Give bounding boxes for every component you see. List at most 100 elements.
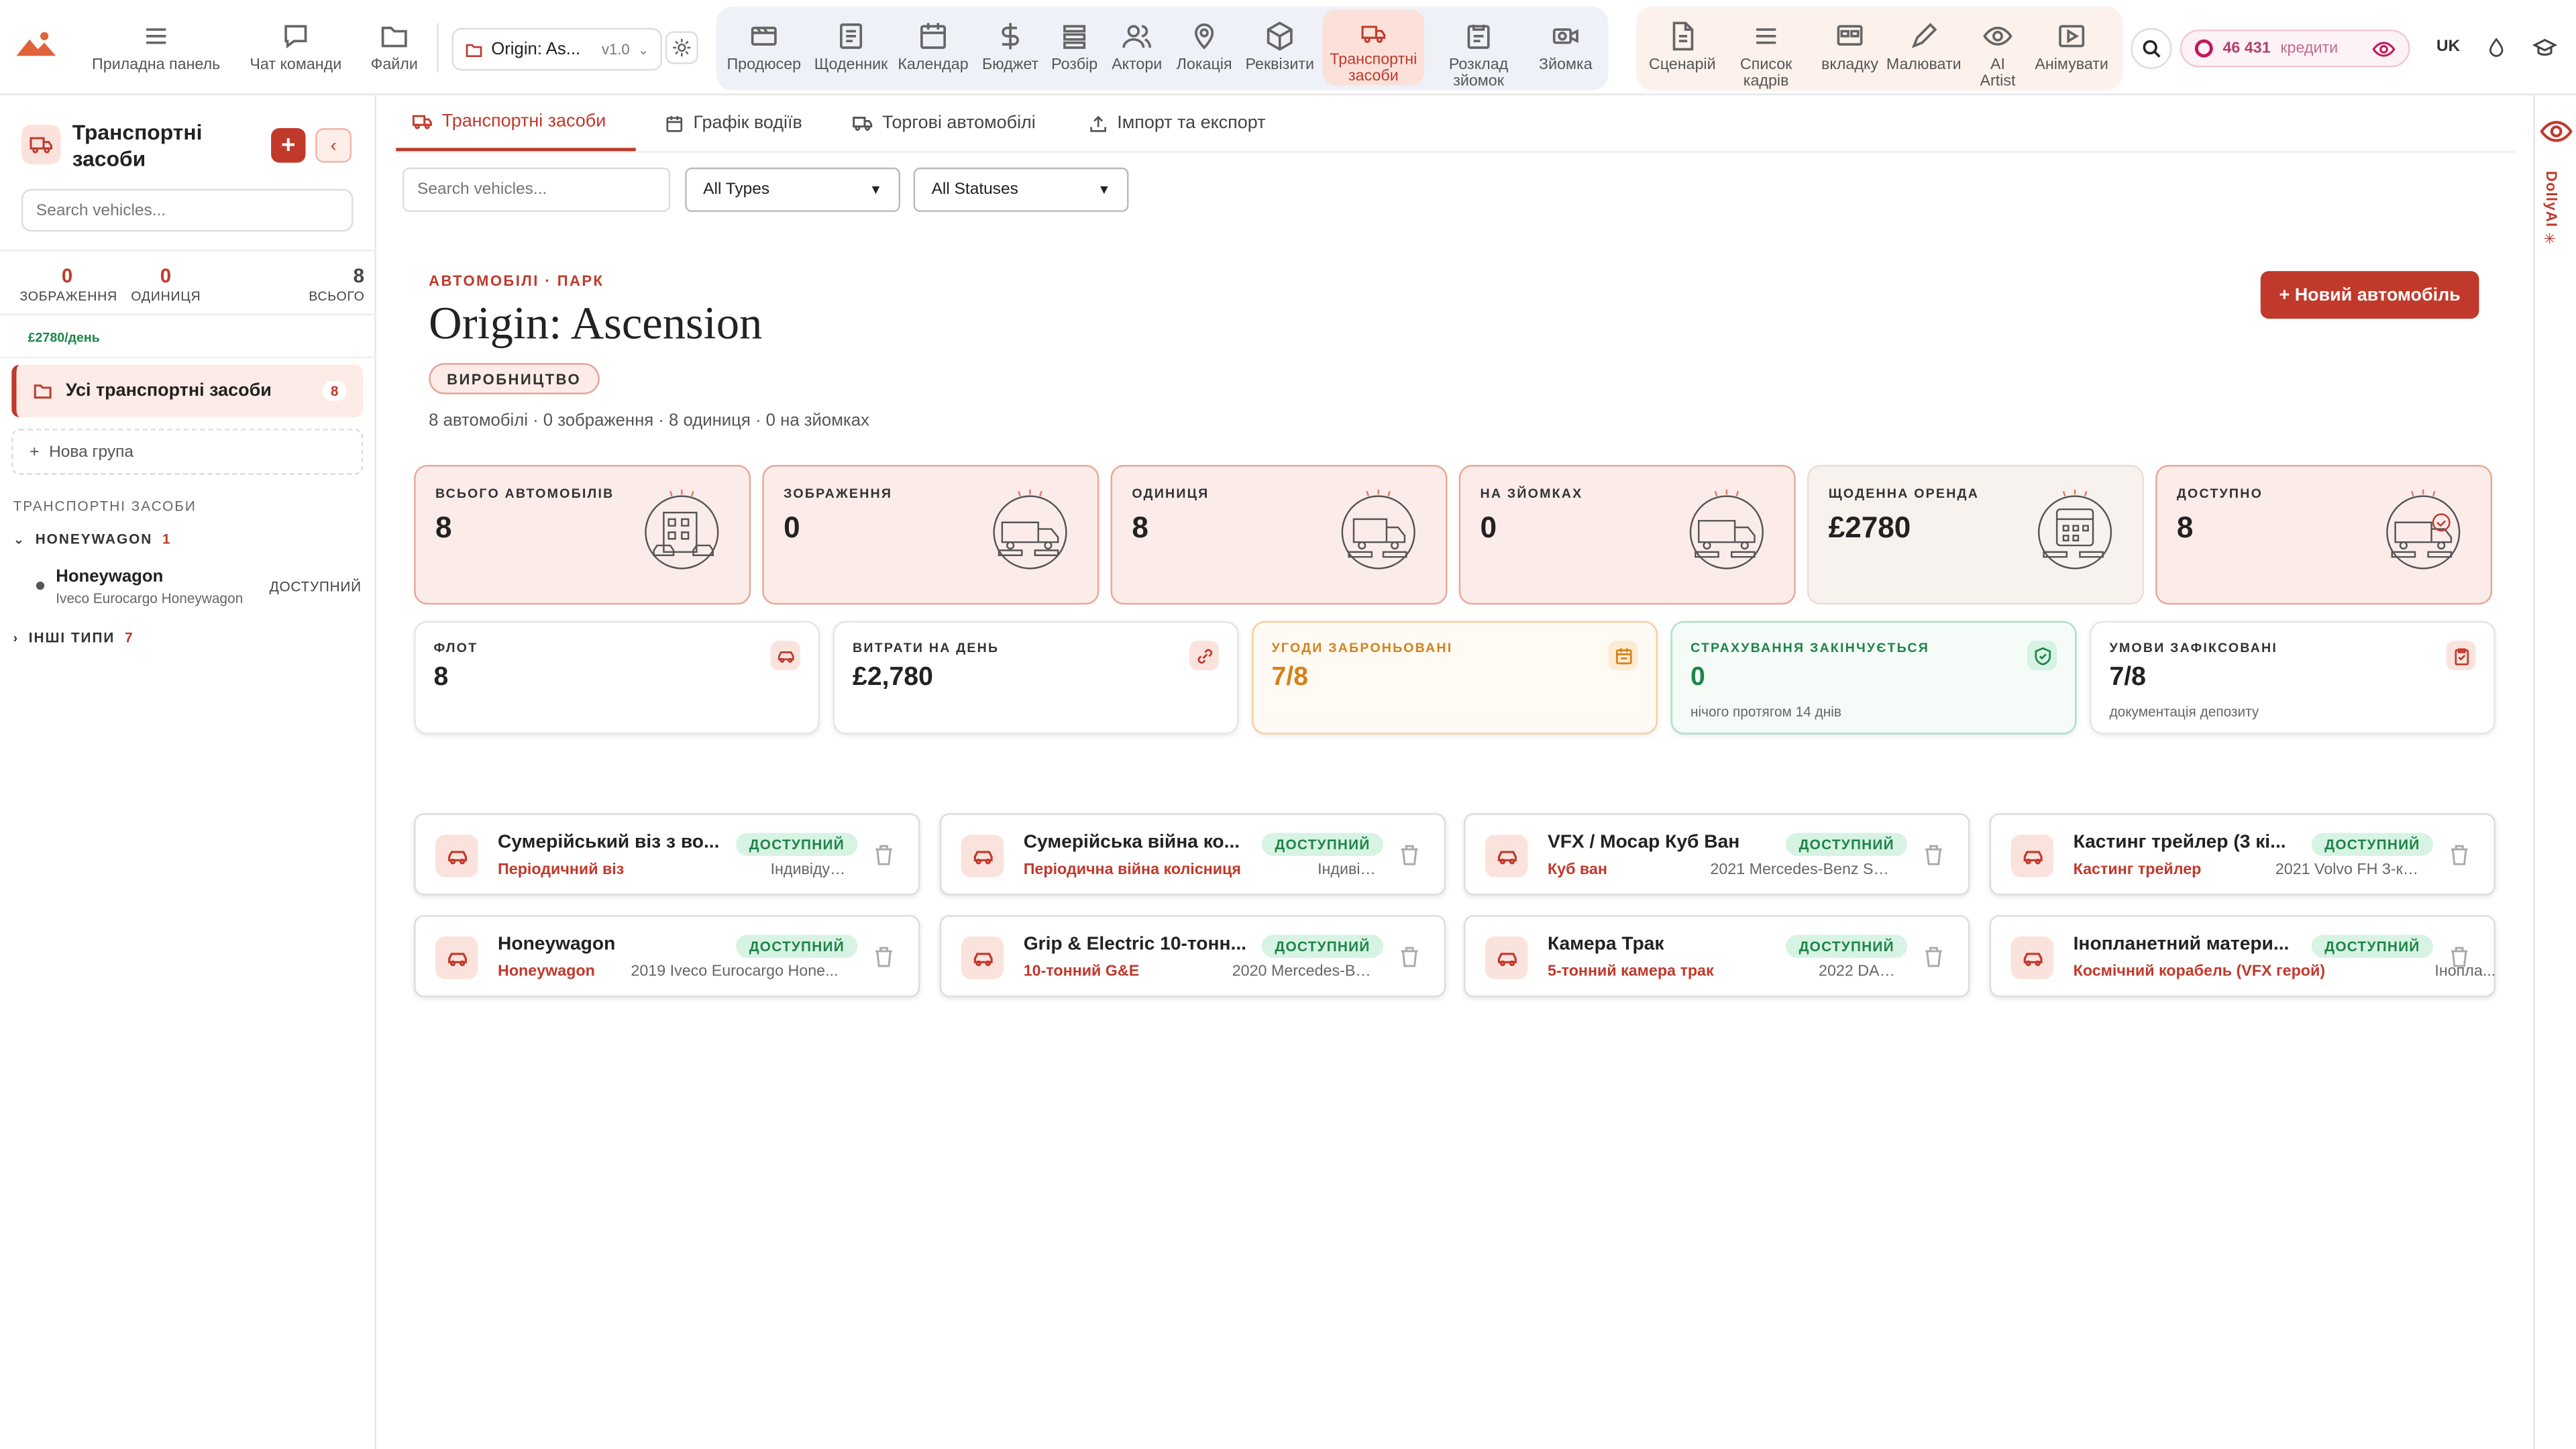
script-icon [1672,21,1694,51]
tab-vehicles[interactable]: Транспортні засоби [396,95,636,152]
nav-draw-label: Малювати [1886,56,1962,74]
vehicle-subtitle: Iveco Eurocargo Honeywagon [56,590,244,606]
vehicle-card[interactable]: VFX / Мосар Куб Ван ДОСТУПНИЙ Куб ван 2021 … [1464,813,1970,896]
kpi-insurance-expiring: СТРАХУВАННЯ ЗАКІНЧУЄТЬСЯ 0 нічого протяг… [1670,621,2077,735]
stat-units-label: ОДИНИЦЯ [131,289,201,305]
vehicle-card[interactable]: Honeywagon ДОСТУПНИЙ Honeywagon 2019 Iveco … [414,915,920,998]
nav-vehicles[interactable]: Транспортні засоби [1322,9,1425,86]
nav-storyboard[interactable]: вкладку [1811,7,1890,102]
kpi-on-set: НА ЗЙОМКАХ 0 [1458,465,1796,605]
new-vehicle-button[interactable]: + Новий автомобіль [2260,271,2479,319]
nav-dashboard-label: Приладна панель [92,56,221,74]
trash-icon[interactable] [874,845,894,866]
vehicle-card[interactable]: Сумерійський віз з во... ДОСТУПНИЙ Періоди… [414,813,920,896]
nav-storyboard-label: вкладку [1821,56,1879,74]
trash-icon[interactable] [2449,845,2469,866]
vehicle-status-badge: ДОСТУПНИЙ [736,833,858,856]
trash-icon[interactable] [1924,947,1943,968]
trash-icon[interactable] [2449,947,2469,968]
vehicle-card-name: Сумерійський віз з во... [498,833,720,853]
chevron-down-icon: ⌄ [637,42,649,57]
type-filter-select[interactable]: All Types ▼ [685,167,901,212]
kpi-label: ВСЬОГО АВТОМОБІЛІВ [435,486,614,501]
trucks-illustration-icon [993,489,1067,570]
menu-icon [146,28,166,44]
eye-icon [1983,26,2012,46]
nav-props[interactable]: Реквізити [1242,7,1318,102]
nav-diary[interactable]: Щоденник [812,7,891,102]
vehicle-status-badge: ДОСТУПНИЙ [736,934,858,958]
all-vehicles-item[interactable]: Усі транспортні засоби 8 [11,364,364,418]
nav-calendar[interactable]: Календар [894,7,973,102]
project-selector[interactable]: Origin: As... v1.0 ⌄ [451,28,662,71]
chat-icon [284,25,307,49]
trash-icon[interactable] [1400,947,1419,968]
nav-shotlist[interactable]: Список кадрів [1728,7,1804,102]
trash-icon[interactable] [874,947,894,968]
stat-images-value: 0 [61,264,73,288]
nav-team-chat[interactable]: Чат команди [240,0,352,95]
nav-ai-artist[interactable]: AI Artist [1965,7,2031,102]
vehicle-card[interactable]: Камера Трак ДОСТУПНИЙ 5-тонний камера трак… [1464,915,1970,998]
group-honeywagon[interactable]: ⌄ HONEYWAGON 1 [13,531,172,547]
kpi-images: ЗОБРАЖЕННЯ 0 [762,465,1099,605]
vehicle-card-name: Інопланетний матери... [2073,934,2290,955]
kpi-value: 8 [1132,511,1148,544]
global-search-button[interactable] [2131,28,2172,69]
nav-location[interactable]: Локація [1170,7,1239,102]
location-icon [1195,23,1214,50]
nav-animate[interactable]: Анімувати [2031,7,2112,102]
status-filter-select[interactable]: All Statuses ▼ [913,167,1129,212]
language-switcher[interactable]: UK [2436,38,2460,56]
nav-files[interactable]: Файли [365,0,424,95]
tab-trade-vehicles[interactable]: Торгові автомобілі [837,95,1053,151]
kpi-subtitle: нічого протягом 14 днів [1690,703,1841,720]
trash-icon[interactable] [1400,845,1419,866]
graduation-cap-icon[interactable] [2532,36,2558,59]
credits-pill[interactable]: 46 431 кредити [2180,30,2410,68]
vehicle-card[interactable]: Інопланетний матери... ДОСТУПНИЙ Космічний… [1989,915,2496,998]
truck-icon [1361,25,1386,43]
truck-check-illustration-icon [2386,489,2461,570]
calendar-illustration-icon [2037,489,2112,570]
nav-draw[interactable]: Малювати [1886,7,1962,102]
nav-budget[interactable]: Бюджет [976,7,1045,102]
vehicle-card-description: 2019 Iveco Eurocargo Hone... [631,963,839,981]
kpi-label: ФЛОТ [433,641,478,656]
trucks-illustration-icon [1689,489,1764,570]
vehicle-card[interactable]: Grip & Electric 10-тонн... ДОСТУПНИЙ 10-то… [939,915,1446,998]
sidebar-search-input[interactable] [21,189,354,232]
new-group-label: Нова група [49,443,133,461]
kpi-value: 0 [784,511,800,544]
collapse-sidebar-button[interactable]: ‹ [315,128,352,163]
eye-icon[interactable] [2540,115,2573,148]
app-logo[interactable] [16,30,56,59]
kpi-value: 8 [2176,511,2194,544]
nav-script[interactable]: Сценарій [1643,7,1722,102]
nav-dashboard[interactable]: Приладна панель [91,0,222,95]
assistant-label[interactable]: DollyAI ✳ [2543,171,2559,250]
vehicle-card-name: Кастинг трейлер (3 кі... [2073,833,2286,853]
nav-shoot[interactable]: Зйомка [1528,7,1604,102]
link-icon [1189,641,1220,671]
drop-icon[interactable] [2485,36,2507,59]
car-icon [1485,835,1528,877]
nav-actors[interactable]: Актори [1104,7,1170,102]
vehicle-card-name: VFX / Мосар Куб Ван [1547,833,1740,853]
new-group-button[interactable]: + Нова група [11,429,364,475]
add-vehicle-button[interactable]: + [271,128,306,163]
vehicle-card[interactable]: Сумерійська війна ко... ДОСТУПНИЙ Періодич… [939,813,1446,896]
nav-producer[interactable]: Продюсер [716,7,812,102]
type-filter-value: All Types [703,180,770,199]
project-settings-button[interactable] [665,31,698,64]
nav-breakdown[interactable]: Розбір [1045,7,1104,102]
vehicle-card[interactable]: Кастинг трейлер (3 кі... ДОСТУПНИЙ Кастинг… [1989,813,2496,896]
group-other-types[interactable]: › ІНШІ ТИПИ 7 [13,629,134,645]
vehicle-search-input[interactable] [402,167,671,212]
tab-driver-schedule[interactable]: Графік водіїв [649,95,818,151]
trash-icon[interactable] [1924,845,1943,866]
nav-schedule[interactable]: Розклад зйомок [1433,7,1525,102]
sidebar: Транспортні засоби + ‹ 0ЗОБРАЖЕННЯ 0ОДИН… [0,95,376,1449]
tab-import-export[interactable]: Імпорт та експорт [1073,95,1282,151]
storyboard-icon [1837,25,1863,46]
